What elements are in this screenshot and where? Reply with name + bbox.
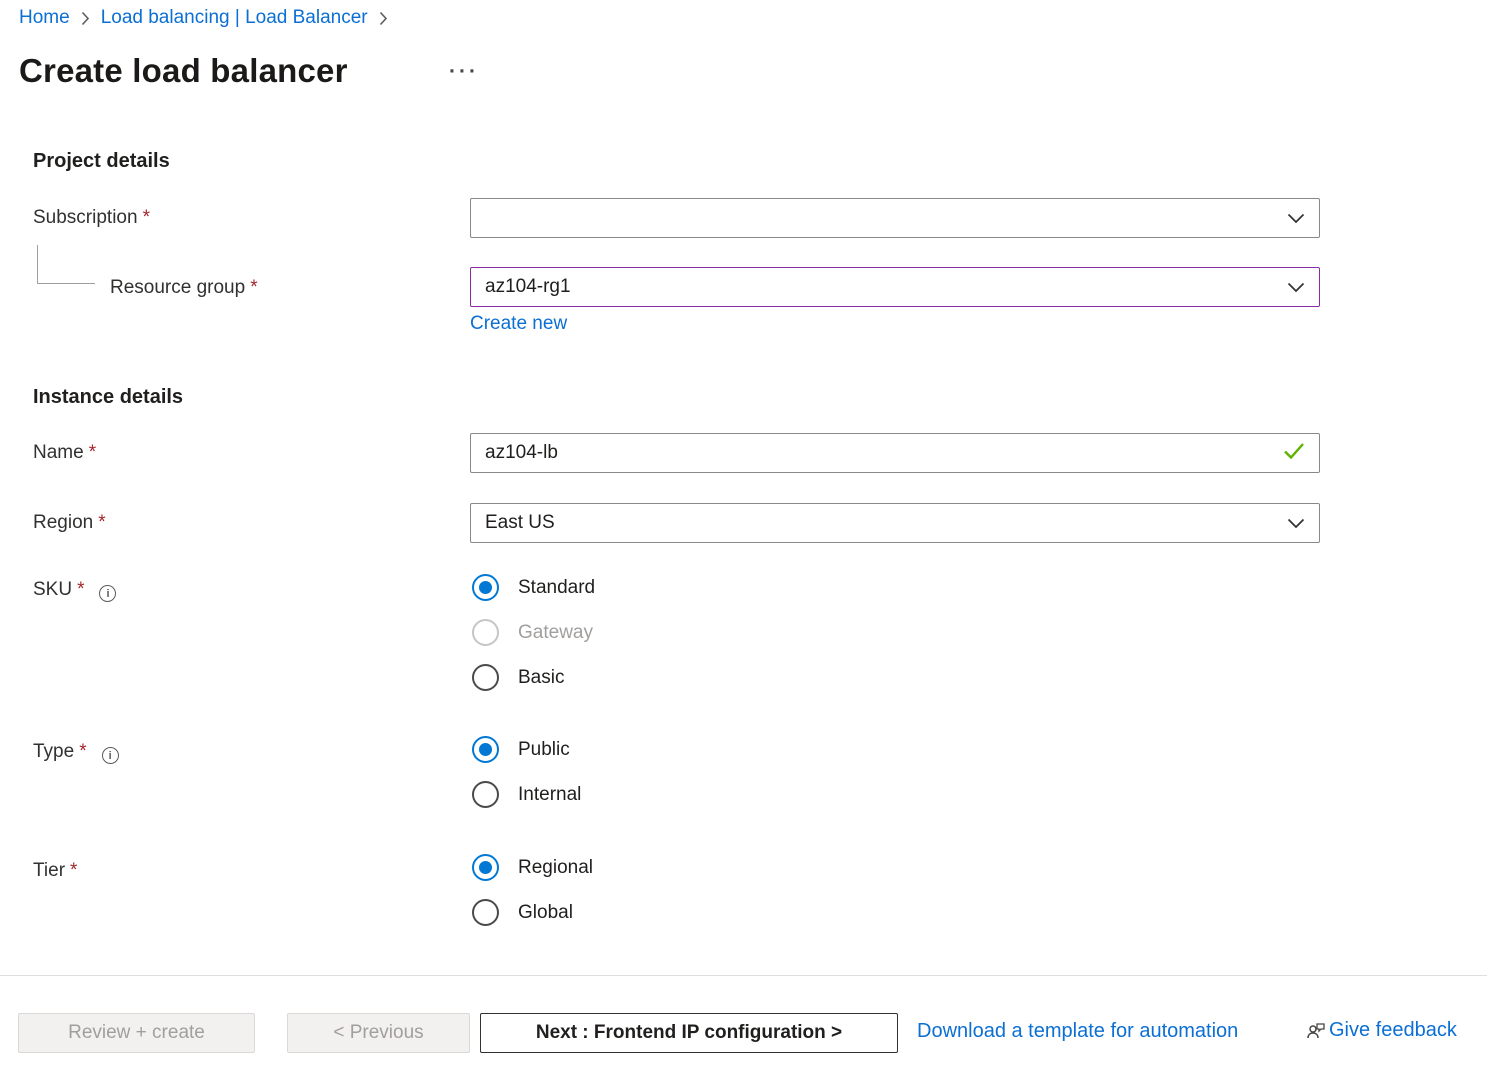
name-label-text: Name [33, 442, 84, 463]
radio-label: Global [518, 902, 573, 924]
radio-icon [472, 854, 499, 881]
required-asterisk: * [70, 860, 77, 881]
previous-button: < Previous [287, 1013, 470, 1053]
radio-icon [472, 736, 499, 763]
info-icon[interactable]: i [102, 747, 119, 764]
chevron-down-icon [1287, 213, 1305, 224]
tier-label: Tier* [33, 860, 77, 882]
footer-divider [0, 975, 1487, 976]
radio-label: Internal [518, 784, 581, 806]
radio-icon [472, 664, 499, 691]
sku-option-standard[interactable]: Standard [472, 574, 595, 601]
tier-label-text: Tier [33, 860, 65, 881]
breadcrumb-load-balancing-link[interactable]: Load balancing | Load Balancer [101, 7, 368, 29]
radio-icon [472, 899, 499, 926]
required-asterisk: * [143, 207, 150, 228]
sku-radio-group: Standard Gateway Basic [472, 574, 595, 709]
feedback-icon [1305, 1020, 1327, 1042]
radio-label: Gateway [518, 622, 593, 644]
region-value: East US [485, 512, 1287, 534]
radio-label: Regional [518, 857, 593, 879]
name-input[interactable] [470, 433, 1320, 473]
give-feedback-label: Give feedback [1329, 1019, 1457, 1042]
type-option-internal[interactable]: Internal [472, 781, 581, 808]
required-asterisk: * [89, 442, 96, 463]
sku-option-basic[interactable]: Basic [472, 664, 595, 691]
region-label: Region* [33, 512, 106, 534]
subresource-connector-line [37, 245, 95, 284]
tier-option-global[interactable]: Global [472, 899, 593, 926]
page-title: Create load balancer [19, 52, 348, 90]
radio-icon [472, 619, 499, 646]
breadcrumb: Home Load balancing | Load Balancer [19, 7, 399, 29]
subscription-label-text: Subscription [33, 207, 138, 228]
info-icon[interactable]: i [99, 585, 116, 602]
resource-group-value: az104-rg1 [485, 276, 1287, 298]
tier-radio-group: Regional Global [472, 854, 593, 944]
tier-option-regional[interactable]: Regional [472, 854, 593, 881]
valid-checkmark-icon [1283, 442, 1305, 465]
resource-group-dropdown[interactable]: az104-rg1 [470, 267, 1320, 307]
sku-option-gateway: Gateway [472, 619, 595, 646]
required-asterisk: * [77, 579, 84, 600]
region-label-text: Region [33, 512, 93, 533]
breadcrumb-separator-icon [81, 11, 90, 26]
subscription-label: Subscription* [33, 207, 150, 229]
create-new-link[interactable]: Create new [470, 313, 567, 335]
sku-label: SKU* i [33, 579, 116, 602]
give-feedback-link[interactable]: Give feedback [1305, 1019, 1457, 1042]
radio-icon [472, 781, 499, 808]
project-details-heading: Project details [33, 150, 170, 173]
required-asterisk: * [250, 277, 257, 298]
chevron-down-icon [1287, 518, 1305, 529]
next-frontend-ip-button[interactable]: Next : Frontend IP configuration > [480, 1013, 898, 1053]
instance-details-heading: Instance details [33, 386, 183, 409]
region-dropdown[interactable]: East US [470, 503, 1320, 543]
radio-label: Public [518, 739, 570, 761]
radio-icon [472, 574, 499, 601]
type-label: Type* i [33, 741, 119, 764]
resource-group-label-text: Resource group [110, 277, 245, 298]
required-asterisk: * [98, 512, 105, 533]
type-option-public[interactable]: Public [472, 736, 581, 763]
ellipsis-menu-button[interactable]: ··· [449, 60, 479, 84]
radio-label: Standard [518, 577, 595, 599]
type-radio-group: Public Internal [472, 736, 581, 826]
review-create-button: Review + create [18, 1013, 255, 1053]
sku-label-text: SKU [33, 579, 72, 600]
type-label-text: Type [33, 741, 74, 762]
chevron-down-icon [1287, 282, 1305, 293]
resource-group-label: Resource group* [110, 277, 258, 299]
download-template-link[interactable]: Download a template for automation [917, 1020, 1238, 1043]
radio-label: Basic [518, 667, 564, 689]
subscription-dropdown[interactable] [470, 198, 1320, 238]
name-label: Name* [33, 442, 96, 464]
breadcrumb-home-link[interactable]: Home [19, 7, 70, 29]
breadcrumb-separator-icon [379, 11, 388, 26]
required-asterisk: * [79, 741, 86, 762]
